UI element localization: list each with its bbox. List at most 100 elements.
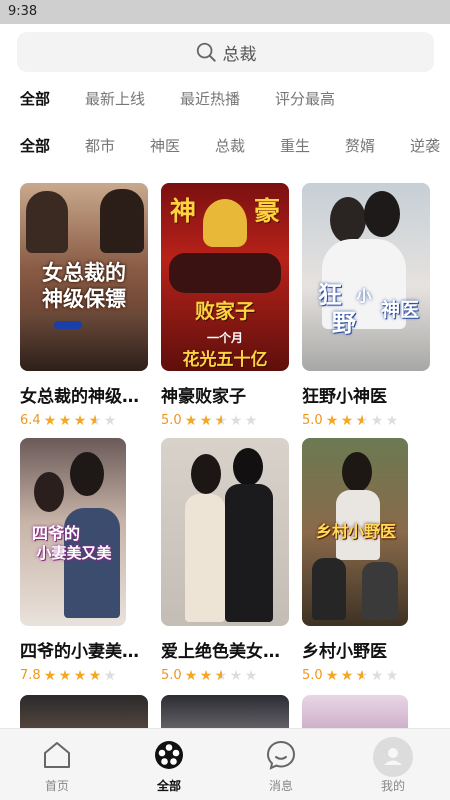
sort-filter-bar: 全部 最新上线 最近热播 评分最高 bbox=[0, 84, 450, 114]
drama-card[interactable]: 狂 野 小 神医 狂野小神医 5.0 ★ ★ ★ ★ ★ bbox=[302, 183, 432, 428]
drama-rating: 5.0 ★ ★ ★ ★ ★ bbox=[161, 413, 260, 428]
star-half-icon: ★ bbox=[215, 414, 230, 428]
drama-card[interactable]: 女总裁的 神级保镖 女总裁的神级保镖 6.4 ★ ★ ★ ★ ★ bbox=[20, 183, 152, 428]
category-filter-all[interactable]: 全部 bbox=[20, 131, 50, 161]
drama-title: 四爷的小妻美又飒 bbox=[20, 642, 152, 662]
bottom-tab-bar: 首页 全部 消息 我的 bbox=[0, 728, 450, 800]
star-icon: ★ bbox=[103, 667, 117, 684]
star-icon: ★ bbox=[103, 412, 117, 429]
sort-filter-trending[interactable]: 最近热播 bbox=[180, 84, 240, 114]
star-icon: ★ bbox=[58, 667, 72, 684]
star-half-icon: ★ bbox=[89, 414, 104, 428]
drama-title: 神豪败家子 bbox=[161, 387, 246, 407]
poster-title-line: 花光五十亿 bbox=[182, 350, 268, 370]
poster-title-line: 败家子 bbox=[195, 299, 255, 323]
poster-title-line: 野 bbox=[332, 309, 356, 337]
star-half-icon: ★ bbox=[356, 669, 371, 683]
tab-home[interactable]: 首页 bbox=[17, 729, 97, 800]
category-filter-rebirth[interactable]: 重生 bbox=[280, 131, 310, 161]
star-icon: ★ bbox=[340, 412, 354, 429]
star-icon: ★ bbox=[244, 667, 258, 684]
star-icon: ★ bbox=[370, 412, 384, 429]
star-icon: ★ bbox=[229, 412, 243, 429]
search-placeholder: 总裁 bbox=[222, 44, 257, 65]
search-icon bbox=[196, 42, 216, 62]
tab-messages-label: 消息 bbox=[268, 779, 293, 793]
star-icon: ★ bbox=[244, 412, 258, 429]
drama-score: 5.0 bbox=[161, 413, 182, 428]
category-filter-ceo[interactable]: 总裁 bbox=[215, 131, 245, 161]
star-icon: ★ bbox=[385, 412, 399, 429]
drama-poster: 狂 野 小 神医 bbox=[302, 183, 430, 371]
category-filter-bar: 全部 都市 神医 总裁 重生 赘婿 逆袭 bbox=[0, 131, 450, 161]
category-filter-son-in-law[interactable]: 赘婿 bbox=[345, 131, 375, 161]
category-filter-urban[interactable]: 都市 bbox=[85, 131, 115, 161]
drama-card-partial[interactable] bbox=[161, 695, 289, 728]
drama-grid: 女总裁的 神级保镖 女总裁的神级保镖 6.4 ★ ★ ★ ★ ★ 神 豪 败家子… bbox=[0, 180, 450, 728]
star-icon: ★ bbox=[325, 667, 339, 684]
poster-title-line: 豪 bbox=[253, 197, 280, 227]
drama-rating: 5.0 ★ ★ ★ ★ ★ bbox=[302, 668, 401, 683]
drama-card[interactable]: 爱上绝色美女总裁 5.0 ★ ★ ★ ★ ★ bbox=[161, 438, 293, 683]
drama-poster: 四爷的 小妻美又美 bbox=[20, 438, 126, 626]
star-icon: ★ bbox=[199, 667, 213, 684]
status-time: 9:38 bbox=[8, 4, 38, 19]
drama-title: 爱上绝色美女总裁 bbox=[161, 642, 293, 662]
drama-title: 女总裁的神级保镖 bbox=[20, 387, 152, 407]
drama-title: 乡村小野医 bbox=[302, 642, 387, 662]
avatar-icon bbox=[373, 737, 413, 777]
star-icon: ★ bbox=[184, 412, 198, 429]
search-input[interactable]: 总裁 bbox=[17, 32, 434, 72]
star-icon: ★ bbox=[58, 412, 72, 429]
sort-filter-all[interactable]: 全部 bbox=[20, 84, 50, 114]
home-icon bbox=[44, 742, 70, 768]
tab-me[interactable]: 我的 bbox=[353, 729, 433, 800]
drama-rating: 7.8 ★ ★ ★ ★ ★ bbox=[20, 668, 119, 683]
drama-score: 5.0 bbox=[161, 668, 182, 683]
drama-poster bbox=[161, 438, 289, 626]
star-half-icon: ★ bbox=[356, 414, 371, 428]
star-icon: ★ bbox=[184, 667, 198, 684]
drama-poster: 乡村小野医 bbox=[302, 438, 408, 626]
star-icon: ★ bbox=[325, 412, 339, 429]
star-icon: ★ bbox=[73, 412, 87, 429]
tab-all-label: 全部 bbox=[156, 779, 181, 793]
star-icon: ★ bbox=[43, 667, 57, 684]
star-icon: ★ bbox=[199, 412, 213, 429]
star-icon: ★ bbox=[88, 667, 102, 684]
poster-title-line: 神医 bbox=[380, 299, 419, 321]
star-icon: ★ bbox=[340, 667, 354, 684]
drama-score: 6.4 bbox=[20, 413, 41, 428]
sort-filter-newest[interactable]: 最新上线 bbox=[85, 84, 145, 114]
drama-card-partial[interactable] bbox=[302, 695, 408, 728]
poster-title-line: 一个月 bbox=[206, 331, 243, 345]
status-bar: 9:38 bbox=[0, 0, 450, 24]
drama-title: 狂野小神医 bbox=[302, 387, 387, 407]
drama-score: 7.8 bbox=[20, 668, 41, 683]
tab-messages[interactable]: 消息 bbox=[241, 729, 321, 800]
star-icon: ★ bbox=[370, 667, 384, 684]
tab-all[interactable]: 全部 bbox=[129, 729, 209, 800]
sort-filter-top-rated[interactable]: 评分最高 bbox=[275, 84, 335, 114]
star-icon: ★ bbox=[43, 412, 57, 429]
tab-me-label: 我的 bbox=[380, 779, 405, 793]
star-icon: ★ bbox=[385, 667, 399, 684]
category-filter-doctor[interactable]: 神医 bbox=[150, 131, 180, 161]
category-filter-comeback[interactable]: 逆袭 bbox=[410, 131, 440, 161]
drama-rating: 5.0 ★ ★ ★ ★ ★ bbox=[302, 413, 401, 428]
star-icon: ★ bbox=[73, 667, 87, 684]
poster-title-line: 四爷的 bbox=[31, 524, 80, 543]
tab-home-label: 首页 bbox=[44, 779, 69, 793]
drama-card[interactable]: 四爷的 小妻美又美 四爷的小妻美又飒 7.8 ★ ★ ★ ★ ★ bbox=[20, 438, 152, 683]
poster-title-line: 乡村小野医 bbox=[315, 522, 396, 541]
star-icon: ★ bbox=[229, 667, 243, 684]
drama-card-partial[interactable] bbox=[20, 695, 148, 728]
drama-card[interactable]: 乡村小野医 乡村小野医 5.0 ★ ★ ★ ★ ★ bbox=[302, 438, 432, 683]
drama-score: 5.0 bbox=[302, 668, 323, 683]
star-half-icon: ★ bbox=[215, 669, 230, 683]
drama-rating: 5.0 ★ ★ ★ ★ ★ bbox=[161, 668, 260, 683]
drama-card[interactable]: 神 豪 败家子 一个月 花光五十亿 神豪败家子 5.0 ★ ★ ★ ★ ★ bbox=[161, 183, 291, 428]
poster-title-line: 神 bbox=[169, 197, 196, 227]
poster-title-line: 小妻美又美 bbox=[36, 544, 112, 562]
drama-poster: 女总裁的 神级保镖 bbox=[20, 183, 148, 371]
